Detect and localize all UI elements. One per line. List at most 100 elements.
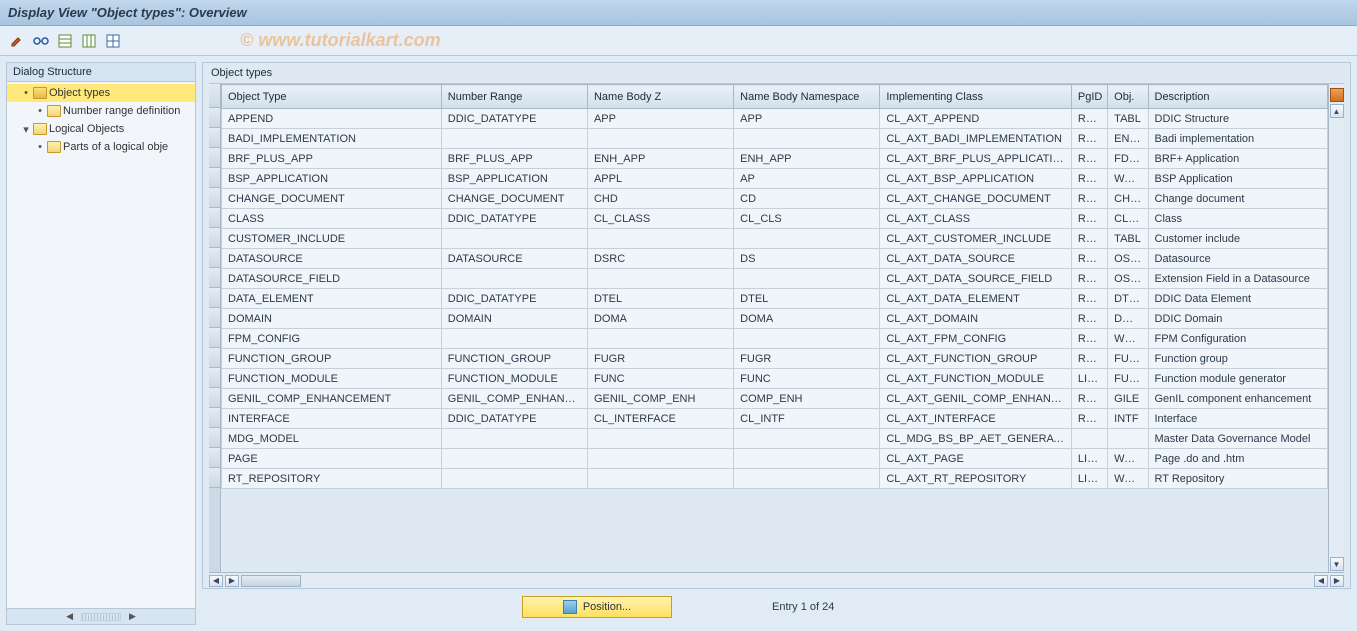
cell-obj[interactable]: FUNC: [1108, 369, 1148, 389]
scroll-down-icon[interactable]: ▼: [1330, 557, 1344, 571]
row-selector[interactable]: [209, 308, 220, 328]
scroll-thumb[interactable]: [81, 613, 121, 621]
cell-obj_type[interactable]: GENIL_COMP_ENHANCEMENT: [222, 389, 442, 409]
cell-num_range[interactable]: [441, 429, 587, 449]
scroll-up-icon[interactable]: ▲: [1330, 104, 1344, 118]
cell-descr[interactable]: Master Data Governance Model: [1148, 429, 1328, 449]
cell-pgid[interactable]: R3TR: [1071, 129, 1107, 149]
row-selector[interactable]: [209, 388, 220, 408]
cell-descr[interactable]: BRF+ Application: [1148, 149, 1328, 169]
cell-obj_type[interactable]: PAGE: [222, 449, 442, 469]
cell-num_range[interactable]: DDIC_DATATYPE: [441, 109, 587, 129]
cell-body_ns[interactable]: AP: [734, 169, 880, 189]
cell-impl_class[interactable]: CL_AXT_DOMAIN: [880, 309, 1072, 329]
cell-impl_class[interactable]: CL_AXT_GENIL_COMP_ENHANCEMENT: [880, 389, 1072, 409]
tree-item[interactable]: •Parts of a logical obje: [7, 138, 195, 156]
cell-descr[interactable]: Page .do and .htm: [1148, 449, 1328, 469]
cell-descr[interactable]: Badi implementation: [1148, 129, 1328, 149]
cell-obj[interactable]: WAPP: [1108, 469, 1148, 489]
cell-obj_type[interactable]: RT_REPOSITORY: [222, 469, 442, 489]
cell-descr[interactable]: GenIL component enhancement: [1148, 389, 1328, 409]
cell-obj[interactable]: FDT0: [1108, 149, 1148, 169]
cell-obj[interactable]: DTEL: [1108, 289, 1148, 309]
cell-body_z[interactable]: [587, 329, 733, 349]
cell-descr[interactable]: DDIC Structure: [1148, 109, 1328, 129]
col-body_z[interactable]: Name Body Z: [587, 85, 733, 109]
cell-body_ns[interactable]: FUGR: [734, 349, 880, 369]
cell-impl_class[interactable]: CL_AXT_INTERFACE: [880, 409, 1072, 429]
cell-body_ns[interactable]: DTEL: [734, 289, 880, 309]
cell-body_ns[interactable]: COMP_ENH: [734, 389, 880, 409]
table-settings-icon[interactable]: [1330, 88, 1344, 102]
cell-body_z[interactable]: FUNC: [587, 369, 733, 389]
cell-pgid[interactable]: [1071, 429, 1107, 449]
row-selector[interactable]: [209, 408, 220, 428]
table-row[interactable]: DATA_ELEMENTDDIC_DATATYPEDTELDTELCL_AXT_…: [222, 289, 1328, 309]
hscroll-right2-icon[interactable]: ▶: [1330, 575, 1344, 587]
cell-pgid[interactable]: R3TR: [1071, 269, 1107, 289]
row-selector[interactable]: [209, 228, 220, 248]
cell-obj_type[interactable]: DOMAIN: [222, 309, 442, 329]
cell-impl_class[interactable]: CL_AXT_BRF_PLUS_APPLICATION: [880, 149, 1072, 169]
cell-num_range[interactable]: [441, 269, 587, 289]
cell-obj_type[interactable]: DATASOURCE_FIELD: [222, 269, 442, 289]
table-row[interactable]: CHANGE_DOCUMENTCHANGE_DOCUMENTCHDCDCL_AX…: [222, 189, 1328, 209]
cell-descr[interactable]: DDIC Domain: [1148, 309, 1328, 329]
cell-pgid[interactable]: R3TR: [1071, 169, 1107, 189]
tool-glasses-icon[interactable]: [32, 32, 50, 50]
table-row[interactable]: MDG_MODELCL_MDG_BS_BP_AET_GENERATORMaste…: [222, 429, 1328, 449]
cell-num_range[interactable]: FUNCTION_MODULE: [441, 369, 587, 389]
cell-obj[interactable]: WDCC: [1108, 329, 1148, 349]
table-row[interactable]: BRF_PLUS_APPBRF_PLUS_APPENH_APPENH_APPCL…: [222, 149, 1328, 169]
row-selector[interactable]: [209, 348, 220, 368]
table-vscroll[interactable]: ▲ ▼: [1328, 84, 1344, 572]
tool-table1-icon[interactable]: [56, 32, 74, 50]
twisty-icon[interactable]: ▾: [21, 123, 31, 136]
cell-obj_type[interactable]: APPEND: [222, 109, 442, 129]
table-row[interactable]: FPM_CONFIGCL_AXT_FPM_CONFIGR3TRWDCCFPM C…: [222, 329, 1328, 349]
tool-table2-icon[interactable]: [80, 32, 98, 50]
cell-obj[interactable]: FUGR: [1108, 349, 1148, 369]
cell-body_z[interactable]: DTEL: [587, 289, 733, 309]
cell-obj[interactable]: CHDO: [1108, 189, 1148, 209]
cell-descr[interactable]: Change document: [1148, 189, 1328, 209]
table-row[interactable]: INTERFACEDDIC_DATATYPECL_INTERFACECL_INT…: [222, 409, 1328, 429]
row-selector[interactable]: [209, 208, 220, 228]
cell-num_range[interactable]: DATASOURCE: [441, 249, 587, 269]
cell-pgid[interactable]: LIMU: [1071, 369, 1107, 389]
cell-body_ns[interactable]: [734, 449, 880, 469]
cell-obj[interactable]: ENHO: [1108, 129, 1148, 149]
cell-obj[interactable]: GILE: [1108, 389, 1148, 409]
cell-pgid[interactable]: R3TR: [1071, 329, 1107, 349]
cell-descr[interactable]: Interface: [1148, 409, 1328, 429]
position-button[interactable]: Position...: [522, 596, 672, 618]
cell-obj[interactable]: TABL: [1108, 229, 1148, 249]
tree-item[interactable]: •Object types: [7, 84, 195, 102]
cell-body_z[interactable]: GENIL_COMP_ENH: [587, 389, 733, 409]
row-selector[interactable]: [209, 84, 220, 108]
cell-pgid[interactable]: LIMU: [1071, 449, 1107, 469]
cell-body_ns[interactable]: APP: [734, 109, 880, 129]
cell-descr[interactable]: Function group: [1148, 349, 1328, 369]
tree-item[interactable]: ▾Logical Objects: [7, 120, 195, 138]
sidebar-hscroll[interactable]: ◀ ▶: [7, 608, 195, 624]
table-row[interactable]: FUNCTION_MODULEFUNCTION_MODULEFUNCFUNCCL…: [222, 369, 1328, 389]
col-descr[interactable]: Description: [1148, 85, 1328, 109]
cell-impl_class[interactable]: CL_AXT_PAGE: [880, 449, 1072, 469]
table-row[interactable]: RT_REPOSITORYCL_AXT_RT_REPOSITORYLIMUWAP…: [222, 469, 1328, 489]
table-row[interactable]: FUNCTION_GROUPFUNCTION_GROUPFUGRFUGRCL_A…: [222, 349, 1328, 369]
cell-num_range[interactable]: [441, 469, 587, 489]
cell-pgid[interactable]: R3TR: [1071, 409, 1107, 429]
cell-obj_type[interactable]: CHANGE_DOCUMENT: [222, 189, 442, 209]
cell-num_range[interactable]: DDIC_DATATYPE: [441, 289, 587, 309]
cell-body_ns[interactable]: [734, 229, 880, 249]
row-selector[interactable]: [209, 168, 220, 188]
cell-obj_type[interactable]: BADI_IMPLEMENTATION: [222, 129, 442, 149]
cell-body_z[interactable]: APP: [587, 109, 733, 129]
cell-body_z[interactable]: CL_INTERFACE: [587, 409, 733, 429]
table-row[interactable]: CLASSDDIC_DATATYPECL_CLASSCL_CLSCL_AXT_C…: [222, 209, 1328, 229]
col-obj_type[interactable]: Object Type: [222, 85, 442, 109]
cell-impl_class[interactable]: CL_AXT_BADI_IMPLEMENTATION: [880, 129, 1072, 149]
cell-descr[interactable]: Extension Field in a Datasource: [1148, 269, 1328, 289]
cell-impl_class[interactable]: CL_AXT_DATA_SOURCE_FIELD: [880, 269, 1072, 289]
